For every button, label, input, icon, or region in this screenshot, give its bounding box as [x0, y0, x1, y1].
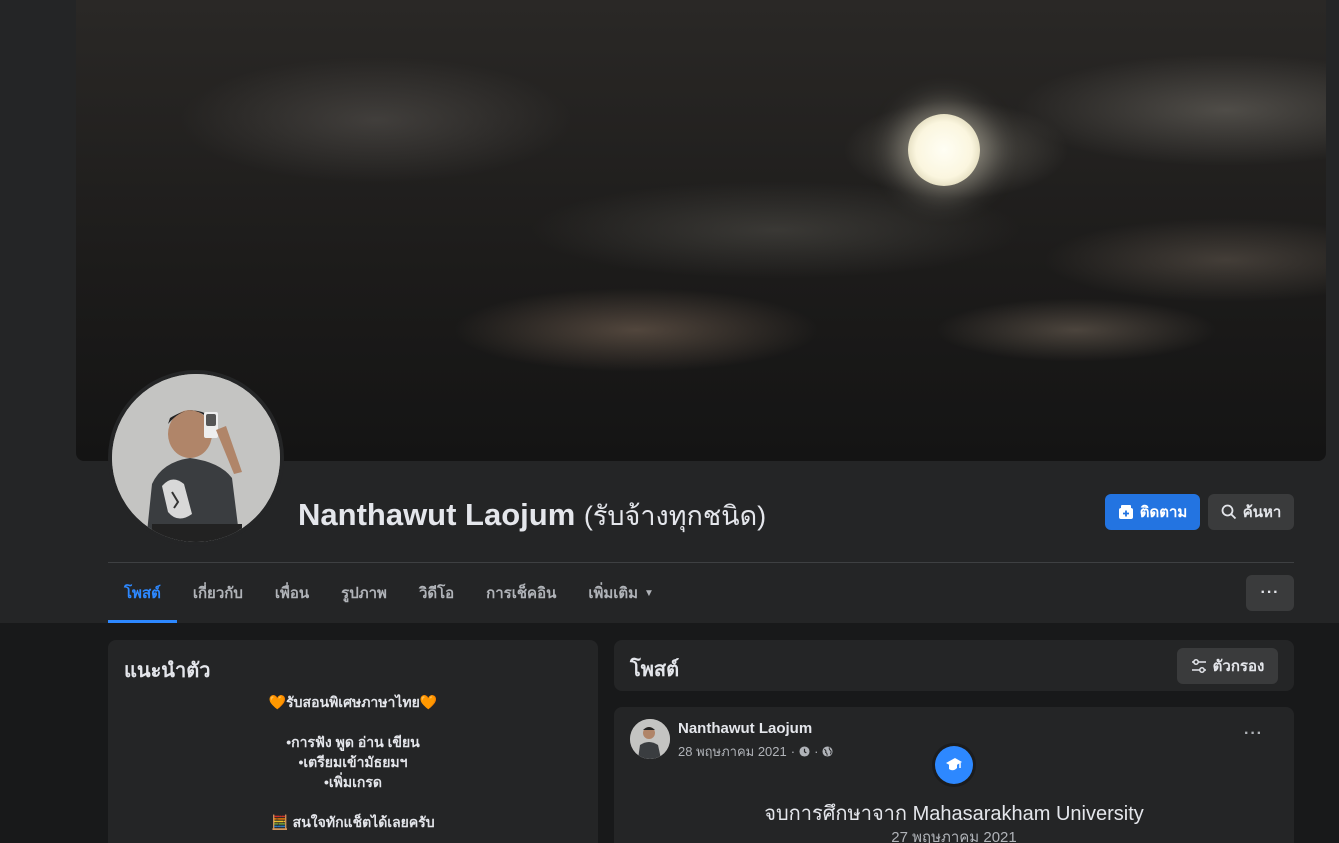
filter-sliders-icon [1191, 659, 1206, 673]
clock-icon [799, 746, 810, 757]
more-dots-icon: ··· [1260, 584, 1280, 601]
profile-more-button[interactable]: ··· [1246, 575, 1294, 611]
tab-friends[interactable]: เพื่อน [259, 563, 325, 623]
filter-label: ตัวกรอง [1212, 658, 1265, 675]
profile-picture[interactable] [108, 370, 284, 546]
bio-line: 🧡รับสอนพิเศษภาษาไทย🧡 [268, 694, 438, 710]
tab-checkins[interactable]: การเช็คอิน [470, 563, 572, 623]
more-dots-icon: ··· [1244, 725, 1263, 742]
tab-label: เกี่ยวกับ [192, 585, 243, 602]
tab-videos[interactable]: วิดีโอ [403, 563, 470, 623]
follow-button[interactable]: ติดตาม [1105, 494, 1200, 530]
person-photo-icon [630, 719, 670, 759]
moon-image [908, 114, 980, 186]
profile-name: Nanthawut Laojum (รับจ้างทุกชนิด) [298, 494, 766, 537]
tab-label: การเช็คอิน [486, 585, 557, 602]
tab-more[interactable]: เพิ่มเติม ▼ [572, 563, 670, 623]
search-button[interactable]: ค้นหา [1208, 494, 1294, 530]
tab-about[interactable]: เกี่ยวกับ [177, 563, 259, 623]
bio-line [108, 792, 598, 812]
filter-button[interactable]: ตัวกรอง [1177, 648, 1278, 684]
search-icon [1221, 504, 1236, 520]
tab-label: วิดีโอ [418, 585, 455, 602]
post-date[interactable]: 28 พฤษภาคม 2021 [678, 741, 787, 762]
intro-title: แนะนำตัว [124, 660, 211, 682]
follow-icon [1118, 505, 1133, 519]
person-photo-icon [112, 374, 280, 542]
post-author-avatar[interactable] [630, 719, 670, 759]
tab-label: โพสต์ [124, 585, 161, 602]
tab-photos[interactable]: รูปภาพ [325, 563, 403, 623]
post-more-button[interactable]: ··· [1244, 725, 1263, 743]
tab-label: เพื่อน [274, 585, 310, 602]
bio-line: •เพิ่มเกรด [323, 774, 383, 790]
bio-line: •การฟัง พูด อ่าน เขียน [286, 734, 420, 750]
profile-tabs: โพสต์ เกี่ยวกับ เพื่อน รูปภาพ วิดีโอ การ… [108, 563, 670, 623]
graduation-event-icon [932, 743, 976, 787]
cover-photo[interactable] [76, 0, 1326, 461]
posts-title: โพสต์ [630, 659, 680, 681]
meta-separator: · [790, 744, 796, 759]
tab-label: รูปภาพ [341, 585, 387, 602]
graduation-cap-icon [935, 746, 973, 784]
globe-icon [822, 746, 833, 757]
tab-label: เพิ่มเติม [588, 585, 639, 602]
intro-card: แนะนำตัว 🧡รับสอนพิเศษภาษาไทย🧡 •การฟัง พู… [108, 640, 598, 843]
caret-down-icon: ▼ [644, 587, 654, 599]
profile-name-main: Nanthawut Laojum [298, 497, 576, 532]
bio-line: 🧮 สนใจทักแช็ตได้เลยครับ [271, 814, 435, 830]
intro-bio: 🧡รับสอนพิเศษภาษาไทย🧡 •การฟัง พูด อ่าน เข… [108, 692, 598, 832]
profile-name-suffix: (รับจ้างทุกชนิด) [583, 501, 767, 531]
meta-separator: · [814, 744, 819, 759]
search-label: ค้นหา [1242, 504, 1282, 521]
bio-line: •เตรียมเข้ามัธยมฯ [298, 754, 408, 770]
post-author-name[interactable]: Nanthawut Laojum [678, 720, 812, 737]
avatar [112, 374, 280, 542]
follow-label: ติดตาม [1139, 504, 1188, 521]
tab-posts[interactable]: โพสต์ [108, 563, 177, 623]
posts-header-card: โพสต์ ตัวกรอง [614, 640, 1294, 691]
graduation-cap-glyph [946, 758, 962, 771]
post-meta: 28 พฤษภาคม 2021 · · [678, 741, 833, 762]
life-event-date: 27 พฤษภาคม 2021 [891, 829, 1017, 843]
bio-line [108, 712, 598, 732]
post-card: Nanthawut Laojum 28 พฤษภาคม 2021 · · ···… [614, 707, 1294, 843]
